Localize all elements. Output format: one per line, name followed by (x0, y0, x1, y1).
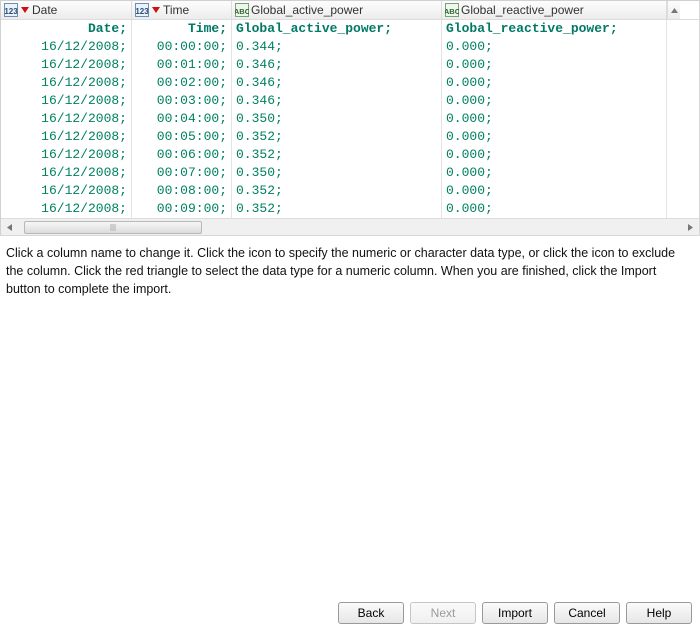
table-row: 16/12/2008;00:06:00;0.352;0.000; (1, 146, 699, 164)
cell-time: 00:03:00; (132, 92, 232, 110)
cell-global_reactive_power: 0.000; (442, 56, 667, 74)
cell-global_reactive_power: 0.000; (442, 200, 667, 218)
svg-text:123: 123 (135, 7, 149, 16)
cell-time: 00:02:00; (132, 74, 232, 92)
hint-text: Click a column name to change it. Click … (0, 236, 700, 298)
cell-date: 16/12/2008; (1, 182, 132, 200)
cell-global_active_power: 0.352; (232, 146, 442, 164)
scroll-right-arrow[interactable] (682, 220, 699, 235)
cell-global_active_power: 0.346; (232, 92, 442, 110)
numeric-type-icon: 123 (4, 3, 18, 17)
table-row: 16/12/2008;00:04:00;0.350;0.000; (1, 110, 699, 128)
cell-time: 00:08:00; (132, 182, 232, 200)
svg-text:ABC: ABC (235, 7, 249, 16)
numeric-type-icon: 123 (135, 3, 149, 17)
cell-global_reactive_power: 0.000; (442, 182, 667, 200)
cell-global_reactive_power: 0.000; (442, 110, 667, 128)
back-button[interactable]: Back (338, 602, 404, 624)
chevron-left-icon (6, 224, 13, 231)
wizard-button-bar: Back Next Import Cancel Help (0, 596, 700, 634)
cell-date: 16/12/2008; (1, 74, 132, 92)
scroll-track[interactable] (18, 220, 682, 235)
cell-date: 16/12/2008; (1, 128, 132, 146)
cell-global_reactive_power: 0.000; (442, 164, 667, 182)
column-header-row: 123Date123TimeABCGlobal_active_powerABCG… (1, 1, 699, 20)
chevron-up-icon (671, 7, 678, 14)
table-row: 16/12/2008;00:03:00;0.346;0.000; (1, 92, 699, 110)
cell-time: 00:05:00; (132, 128, 232, 146)
cell-global_active_power: 0.350; (232, 164, 442, 182)
character-type-icon: ABC (235, 3, 249, 17)
import-button[interactable]: Import (482, 602, 548, 624)
column-header-global_reactive_power[interactable]: ABCGlobal_reactive_power (442, 1, 667, 19)
table-row: 16/12/2008;00:09:00;0.352;0.000; (1, 200, 699, 218)
table-row: 16/12/2008;00:01:00;0.346;0.000; (1, 56, 699, 74)
cell-time: 00:06:00; (132, 146, 232, 164)
cell-date: Date; (1, 20, 132, 38)
vertical-scroll-up[interactable] (667, 1, 680, 19)
cell-time: Time; (132, 20, 232, 38)
red-triangle-icon (20, 3, 30, 17)
cell-time: 00:07:00; (132, 164, 232, 182)
cell-global_reactive_power: 0.000; (442, 92, 667, 110)
data-rows: Date;Time;Global_active_power;Global_rea… (1, 20, 699, 218)
character-type-icon: ABC (445, 3, 459, 17)
cell-date: 16/12/2008; (1, 92, 132, 110)
data-preview-grid: 123Date123TimeABCGlobal_active_powerABCG… (0, 0, 700, 236)
chevron-right-icon (687, 224, 694, 231)
help-button[interactable]: Help (626, 602, 692, 624)
cell-date: 16/12/2008; (1, 56, 132, 74)
cell-date: 16/12/2008; (1, 110, 132, 128)
column-name[interactable]: Time (163, 3, 189, 17)
header-sample-row: Date;Time;Global_active_power;Global_rea… (1, 20, 699, 38)
scroll-left-arrow[interactable] (1, 220, 18, 235)
cell-global_reactive_power: 0.000; (442, 128, 667, 146)
type-icon[interactable]: 123 (135, 3, 149, 17)
cell-global_active_power: 0.350; (232, 110, 442, 128)
cell-global_active_power: 0.352; (232, 200, 442, 218)
column-name[interactable]: Global_reactive_power (461, 3, 584, 17)
cell-global_reactive_power: 0.000; (442, 38, 667, 56)
type-icon[interactable]: 123 (4, 3, 18, 17)
table-row: 16/12/2008;00:02:00;0.346;0.000; (1, 74, 699, 92)
cell-time: 00:00:00; (132, 38, 232, 56)
cell-date: 16/12/2008; (1, 164, 132, 182)
svg-text:123: 123 (4, 7, 18, 16)
cell-global_active_power: 0.352; (232, 128, 442, 146)
cell-global_reactive_power: Global_reactive_power; (442, 20, 667, 38)
table-row: 16/12/2008;00:05:00;0.352;0.000; (1, 128, 699, 146)
scroll-thumb[interactable] (24, 221, 202, 234)
cell-global_reactive_power: 0.000; (442, 74, 667, 92)
type-menu[interactable] (20, 3, 30, 17)
column-header-time[interactable]: 123 Time (132, 1, 232, 19)
next-button: Next (410, 602, 476, 624)
cell-global_active_power: Global_active_power; (232, 20, 442, 38)
cell-date: 16/12/2008; (1, 38, 132, 56)
table-row: 16/12/2008;00:00:00;0.344;0.000; (1, 38, 699, 56)
cell-time: 00:09:00; (132, 200, 232, 218)
cancel-button[interactable]: Cancel (554, 602, 620, 624)
cell-time: 00:01:00; (132, 56, 232, 74)
red-triangle-icon (151, 3, 161, 17)
column-name[interactable]: Global_active_power (251, 3, 363, 17)
cell-global_active_power: 0.346; (232, 56, 442, 74)
type-icon[interactable]: ABC (445, 3, 459, 17)
column-header-date[interactable]: 123 Date (1, 1, 132, 19)
table-row: 16/12/2008;00:07:00;0.350;0.000; (1, 164, 699, 182)
horizontal-scrollbar[interactable] (1, 218, 699, 235)
cell-date: 16/12/2008; (1, 146, 132, 164)
column-header-global_active_power[interactable]: ABCGlobal_active_power (232, 1, 442, 19)
type-menu[interactable] (151, 3, 161, 17)
table-row: 16/12/2008;00:08:00;0.352;0.000; (1, 182, 699, 200)
type-icon[interactable]: ABC (235, 3, 249, 17)
cell-global_active_power: 0.346; (232, 74, 442, 92)
cell-date: 16/12/2008; (1, 200, 132, 218)
cell-global_reactive_power: 0.000; (442, 146, 667, 164)
cell-global_active_power: 0.352; (232, 182, 442, 200)
cell-time: 00:04:00; (132, 110, 232, 128)
svg-text:ABC: ABC (445, 7, 459, 16)
cell-global_active_power: 0.344; (232, 38, 442, 56)
column-name[interactable]: Date (32, 3, 57, 17)
